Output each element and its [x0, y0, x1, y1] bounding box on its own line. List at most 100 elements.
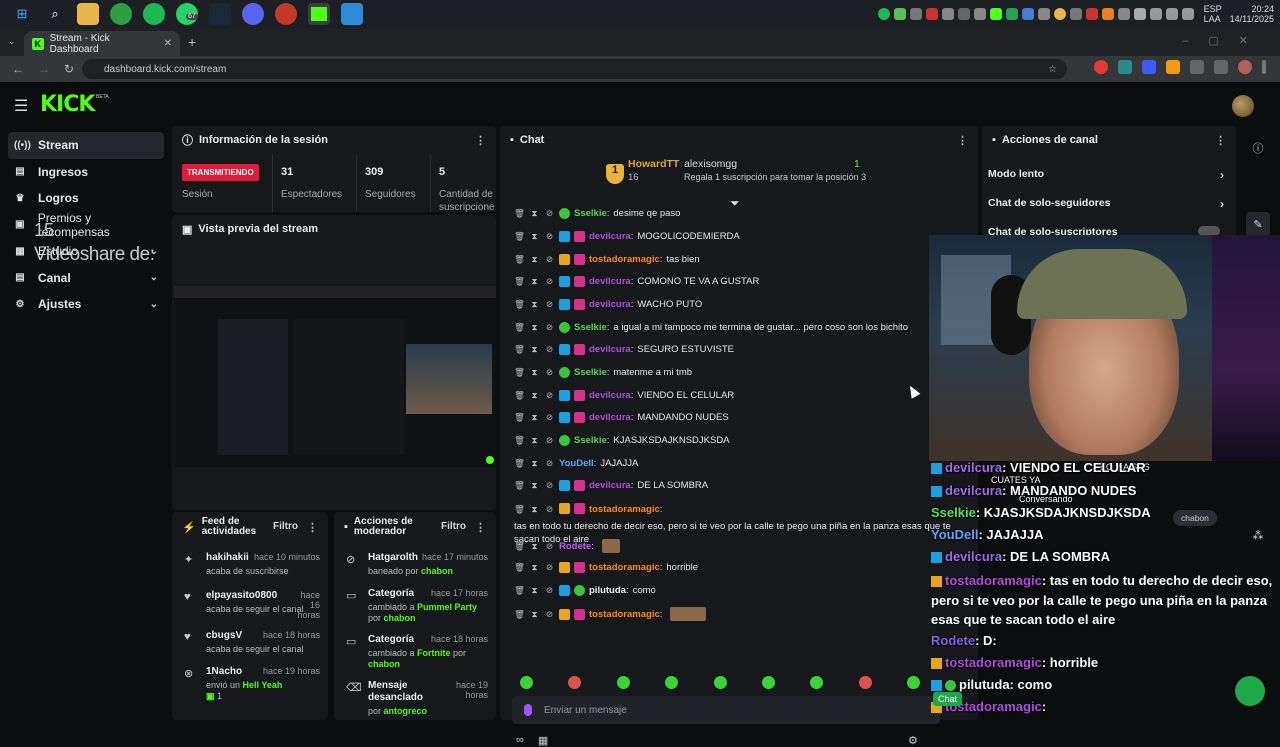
- chat-username[interactable]: tostadoramagic: [589, 609, 660, 620]
- trash-icon[interactable]: 🗑: [514, 435, 525, 446]
- timeout-icon[interactable]: ⧗: [529, 344, 540, 355]
- trash-icon[interactable]: 🗑: [514, 276, 525, 287]
- emote-icon[interactable]: [665, 676, 679, 689]
- timeout-icon[interactable]: ⧗: [529, 299, 540, 310]
- stream-preview-video[interactable]: [174, 286, 496, 467]
- sidebar-item-logros[interactable]: ♛ Logros: [8, 185, 164, 212]
- window-controls[interactable]: –▢✕: [1182, 34, 1268, 47]
- chat-message[interactable]: 🗑 ⧗ ⊘ devilcura: COMONO TE VA A GUSTAR: [514, 276, 964, 287]
- timeout-icon[interactable]: ⧗: [529, 231, 540, 242]
- timeout-icon[interactable]: ⧗: [529, 541, 540, 552]
- trash-icon[interactable]: 🗑: [514, 412, 525, 423]
- leader-username[interactable]: HowardTT: [628, 158, 679, 170]
- chat-username[interactable]: devilcura: [589, 231, 631, 242]
- timeout-icon[interactable]: ⧗: [529, 367, 540, 378]
- timeout-icon[interactable]: ⧗: [529, 435, 540, 446]
- feed-username[interactable]: cbugsV: [206, 630, 242, 641]
- back-icon[interactable]: ←: [12, 62, 26, 76]
- link-icon[interactable]: ∞: [516, 734, 524, 747]
- more-icon[interactable]: ⋮: [475, 521, 486, 534]
- share-icon[interactable]: ⁂: [1246, 523, 1270, 547]
- discord-icon[interactable]: [242, 3, 264, 25]
- notepad-icon[interactable]: [341, 3, 363, 25]
- trash-icon[interactable]: 🗑: [514, 231, 525, 242]
- feed-username[interactable]: 1Nacho: [206, 666, 242, 677]
- sidebar-item-stream[interactable]: ((•)) Stream: [8, 132, 164, 159]
- chat-username[interactable]: devilcura: [589, 344, 631, 355]
- profile-avatar[interactable]: [1238, 60, 1252, 74]
- trash-icon[interactable]: 🗑: [514, 367, 525, 378]
- trash-icon[interactable]: 🗑: [514, 562, 525, 573]
- mod-target[interactable]: Categoría: [368, 634, 414, 645]
- menu-icon[interactable]: ☰: [14, 96, 28, 116]
- emote-icon[interactable]: [568, 676, 582, 689]
- tray-icon[interactable]: [1069, 8, 1082, 20]
- timeout-icon[interactable]: ⧗: [529, 276, 540, 287]
- tray-icon[interactable]: [893, 8, 906, 20]
- filter-button[interactable]: Filtro: [273, 521, 298, 532]
- extension-icon[interactable]: [1118, 60, 1132, 74]
- chat-username[interactable]: devilcura: [589, 299, 631, 310]
- extensions-puzzle-icon[interactable]: [1190, 60, 1204, 74]
- chat-username[interactable]: YouDell: [559, 458, 594, 469]
- emote-icon[interactable]: [907, 676, 920, 689]
- kick-tray-icon[interactable]: [989, 8, 1002, 20]
- store-icon[interactable]: ▦: [538, 734, 548, 747]
- sidebar-item-canal[interactable]: ▤ Canal ⌄: [8, 265, 164, 292]
- ban-icon[interactable]: ⊘: [544, 276, 555, 287]
- trash-icon[interactable]: 🗑: [514, 585, 525, 596]
- timeout-icon[interactable]: ⧗: [529, 609, 540, 620]
- info-icon[interactable]: ⓘ: [1246, 136, 1270, 160]
- feed-username[interactable]: elpayasito0800: [206, 590, 277, 601]
- gear-icon[interactable]: ⚙: [908, 734, 918, 747]
- chat-username[interactable]: devilcura: [589, 480, 631, 491]
- emote-icon[interactable]: [616, 676, 630, 689]
- chat-message[interactable]: 🗑 ⧗ ⊘ devilcura: VIENDO EL CELULAR: [514, 390, 964, 401]
- language-indicator[interactable]: ESP LAA: [1204, 4, 1222, 24]
- ban-icon[interactable]: ⊘: [544, 503, 555, 516]
- support-button[interactable]: [1235, 676, 1265, 706]
- kick-logo[interactable]: KICK: [40, 92, 95, 117]
- chat-message[interactable]: 🗑 ⧗ ⊘ pilutuda: como: [514, 585, 964, 596]
- chat-message[interactable]: 🗑 ⧗ ⊘ devilcura: MOGOLICODEMIERDA: [514, 231, 964, 242]
- chat-message[interactable]: 🗑 ⧗ ⊘ tostadoramagic:: [514, 607, 964, 621]
- network-icon[interactable]: [1149, 8, 1162, 20]
- ban-icon[interactable]: ⊘: [544, 609, 555, 620]
- timeout-icon[interactable]: ⧗: [529, 390, 540, 401]
- trash-icon[interactable]: 🗑: [514, 299, 525, 310]
- edit-icon[interactable]: ✎: [1246, 212, 1270, 236]
- chat-message[interactable]: 🗑 ⧗ ⊘ devilcura: MANDANDO NUDES: [514, 412, 964, 423]
- chat-username[interactable]: tostadoramagic: [589, 562, 660, 573]
- ban-icon[interactable]: ⊘: [544, 322, 555, 333]
- spotify-icon[interactable]: [143, 3, 165, 25]
- extension-icon[interactable]: [1094, 60, 1108, 74]
- chat-message[interactable]: 🗑 ⧗ ⊘ devilcura: DE LA SOMBRA: [514, 480, 964, 491]
- chat-message[interactable]: 🗑 ⧗ ⊘ devilcura: WACHO PUTO: [514, 299, 964, 310]
- chrome-tray-icon[interactable]: [1053, 8, 1066, 20]
- bluetooth-icon[interactable]: [957, 8, 970, 20]
- ban-icon[interactable]: ⊘: [544, 562, 555, 573]
- filter-button[interactable]: Filtro: [441, 521, 466, 532]
- ban-icon[interactable]: ⊘: [544, 390, 555, 401]
- chat-username[interactable]: Sselkie: [574, 435, 607, 446]
- tray-icon[interactable]: [925, 8, 938, 20]
- browser-tab[interactable]: K Stream - Kick Dashboard ✕: [24, 31, 180, 56]
- chrome-icon[interactable]: [110, 3, 132, 25]
- chat-username[interactable]: Sselkie: [574, 367, 607, 378]
- chat-message[interactable]: 🗑 ⧗ ⊘ Sselkie: matenme a mi tmb: [514, 367, 964, 378]
- volume-icon[interactable]: [1165, 8, 1178, 20]
- chat-message[interactable]: 🗑 ⧗ ⊘ Sselkie: KJASJKSDAJKNSDJKSDA: [514, 435, 964, 446]
- timeout-icon[interactable]: ⧗: [529, 322, 540, 333]
- chat-username[interactable]: Rodete: [559, 541, 591, 552]
- tray-icon[interactable]: [973, 8, 986, 20]
- ban-icon[interactable]: ⊘: [544, 299, 555, 310]
- ban-icon[interactable]: ⊘: [544, 585, 555, 596]
- tray-icon[interactable]: [1133, 8, 1146, 20]
- timeout-icon[interactable]: ⧗: [529, 458, 540, 469]
- sidebar-item-premios[interactable]: ▣ Premios y recompensas: [8, 211, 164, 239]
- discord-tray-icon[interactable]: [909, 8, 922, 20]
- browser-menu-icon[interactable]: [1262, 60, 1266, 74]
- more-icon[interactable]: ⋮: [1215, 134, 1226, 147]
- emote-icon[interactable]: [520, 676, 533, 689]
- sidebar-item-ingresos[interactable]: ▤ Ingresos: [8, 159, 164, 186]
